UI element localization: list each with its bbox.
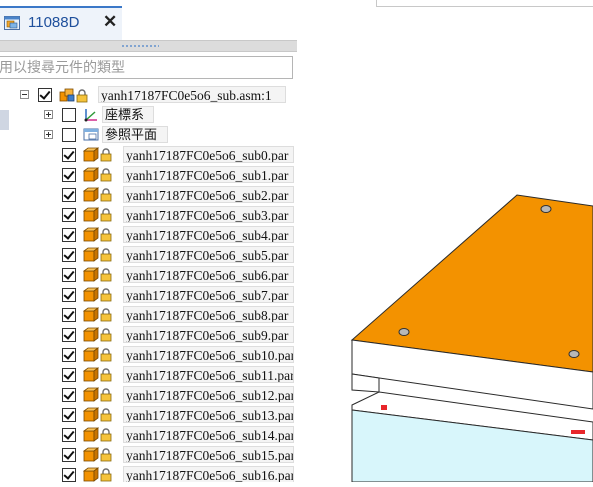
part-visibility-checkbox[interactable] — [62, 308, 76, 322]
part-icon — [83, 187, 99, 202]
part-icon — [83, 407, 99, 422]
tree-folder-label: 座標系 — [102, 106, 154, 123]
part-label: yanh17187FC0e5o6_sub11.par — [123, 366, 294, 383]
part-icon — [83, 227, 99, 242]
part-icon — [83, 267, 99, 282]
part-label: yanh17187FC0e5o6_sub1.par — [123, 166, 294, 183]
part-visibility-checkbox[interactable] — [62, 188, 76, 202]
part-icon — [83, 447, 99, 462]
part-visibility-checkbox[interactable] — [62, 248, 76, 262]
part-visibility-checkbox[interactable] — [62, 268, 76, 282]
folder-visibility-checkbox[interactable] — [62, 128, 76, 142]
part-icon — [83, 247, 99, 262]
part-label: yanh17187FC0e5o6_sub13.par — [123, 406, 294, 423]
folder-visibility-checkbox[interactable] — [62, 108, 76, 122]
part-visibility-checkbox[interactable] — [62, 168, 76, 182]
lock-icon — [100, 368, 112, 382]
assembly-icon — [59, 88, 75, 102]
part-label: yanh17187FC0e5o6_sub9.par — [123, 326, 294, 343]
part-visibility-checkbox[interactable] — [62, 348, 76, 362]
part-visibility-checkbox[interactable] — [62, 148, 76, 162]
part-label: yanh17187FC0e5o6_sub10.par — [123, 346, 294, 363]
red-marker — [571, 430, 585, 434]
collapse-icon[interactable] — [20, 90, 29, 99]
part-label: yanh17187FC0e5o6_sub2.par — [123, 186, 294, 203]
lock-icon — [100, 468, 112, 482]
splitter-grip[interactable] — [121, 44, 159, 48]
part-visibility-checkbox[interactable] — [62, 388, 76, 402]
part-visibility-checkbox[interactable] — [62, 328, 76, 342]
part-icon — [83, 147, 99, 162]
part-icon — [83, 427, 99, 442]
part-visibility-checkbox[interactable] — [62, 408, 76, 422]
screw-hole — [568, 350, 580, 358]
expand-icon[interactable] — [44, 130, 53, 139]
lock-icon — [100, 328, 112, 342]
part-icon — [83, 307, 99, 322]
part-visibility-checkbox[interactable] — [62, 208, 76, 222]
root-visibility-checkbox[interactable] — [38, 88, 52, 102]
part-icon — [83, 327, 99, 342]
part-icon — [83, 287, 99, 302]
part-visibility-checkbox[interactable] — [62, 288, 76, 302]
panel-scroll-edge — [0, 110, 9, 130]
part-label: yanh17187FC0e5o6_sub15.par — [123, 446, 294, 463]
viewport-top-strip — [376, 0, 593, 7]
reference-plane-icon — [83, 128, 99, 141]
part-label: yanh17187FC0e5o6_sub0.par — [123, 146, 294, 163]
lock-icon — [100, 148, 112, 162]
3d-graphics-window[interactable] — [300, 0, 593, 483]
part-label: yanh17187FC0e5o6_sub5.par — [123, 246, 294, 263]
part-label: yanh17187FC0e5o6_sub8.par — [123, 306, 294, 323]
part-icon — [83, 467, 99, 482]
lock-icon — [100, 208, 112, 222]
document-tab[interactable]: 11088D ✕ — [0, 6, 122, 40]
part-label: yanh17187FC0e5o6_sub4.par — [123, 226, 294, 243]
model-view[interactable] — [300, 0, 593, 483]
close-icon[interactable]: ✕ — [103, 12, 117, 32]
part-label: yanh17187FC0e5o6_sub16.par — [123, 466, 294, 482]
lock-icon — [100, 268, 112, 282]
document-tab-bar: 11088D ✕ — [0, 0, 300, 40]
lock-icon — [100, 348, 112, 362]
coordinate-system-icon — [84, 109, 97, 122]
assembly-window-icon — [4, 16, 20, 30]
lock-icon — [100, 388, 112, 402]
part-visibility-checkbox[interactable] — [62, 228, 76, 242]
lock-icon — [76, 89, 88, 103]
part-visibility-checkbox[interactable] — [62, 468, 76, 482]
lock-icon — [100, 168, 112, 182]
expand-icon[interactable] — [44, 110, 53, 119]
part-visibility-checkbox[interactable] — [62, 428, 76, 442]
tree-folder-label: 參照平面 — [102, 126, 168, 143]
part-label: yanh17187FC0e5o6_sub12.par — [123, 386, 294, 403]
part-visibility-checkbox[interactable] — [62, 448, 76, 462]
lock-icon — [100, 248, 112, 262]
part-icon — [83, 207, 99, 222]
tab-title: 11088D — [28, 14, 80, 31]
part-icon — [83, 167, 99, 182]
part-icon — [83, 367, 99, 382]
lock-icon — [100, 408, 112, 422]
lock-icon — [100, 428, 112, 442]
screw-hole — [398, 328, 410, 336]
lock-icon — [100, 448, 112, 462]
lock-icon — [100, 228, 112, 242]
lock-icon — [100, 188, 112, 202]
part-visibility-checkbox[interactable] — [62, 368, 76, 382]
feature-tree-panel: 11088D ✕ yanh17187FC0e5o6_sub.asm:1 — [0, 0, 300, 482]
part-icon — [83, 347, 99, 362]
screw-hole — [540, 205, 552, 213]
part-icon — [83, 387, 99, 402]
part-label: yanh17187FC0e5o6_sub3.par — [123, 206, 294, 223]
red-marker — [381, 405, 387, 410]
lock-icon — [100, 288, 112, 302]
lock-icon — [100, 308, 112, 322]
tree-root-label: yanh17187FC0e5o6_sub.asm:1 — [98, 86, 286, 103]
part-label: yanh17187FC0e5o6_sub6.par — [123, 266, 294, 283]
panel-splitter[interactable] — [0, 40, 297, 52]
part-label: yanh17187FC0e5o6_sub7.par — [123, 286, 294, 303]
part-label: yanh17187FC0e5o6_sub14.par — [123, 426, 294, 443]
component-search-input[interactable] — [0, 56, 293, 79]
